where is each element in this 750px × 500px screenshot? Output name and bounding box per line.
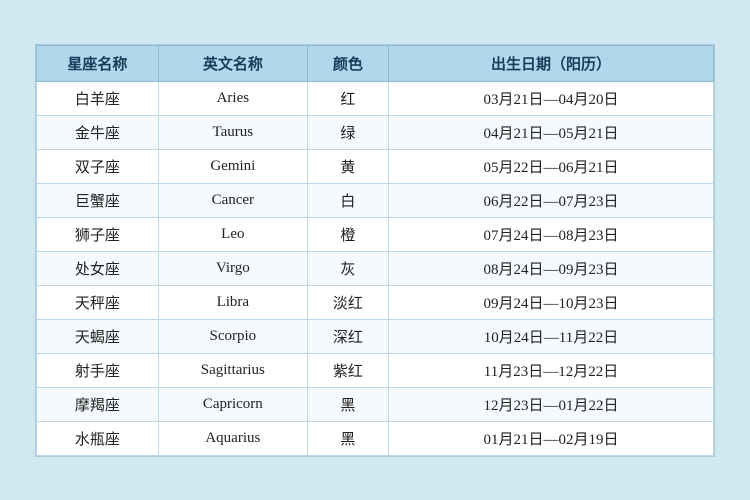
cell-cn: 狮子座 <box>37 217 159 251</box>
cell-color: 绿 <box>307 115 388 149</box>
cell-cn: 白羊座 <box>37 81 159 115</box>
table-row: 水瓶座Aquarius黑01月21日—02月19日 <box>37 421 714 455</box>
table-row: 天蝎座Scorpio深红10月24日—11月22日 <box>37 319 714 353</box>
cell-cn: 双子座 <box>37 149 159 183</box>
cell-en: Scorpio <box>158 319 307 353</box>
cell-date: 08月24日—09月23日 <box>389 251 714 285</box>
zodiac-table-container: 星座名称 英文名称 颜色 出生日期（阳历） 白羊座Aries红03月21日—04… <box>35 44 715 457</box>
cell-color: 紫红 <box>307 353 388 387</box>
table-header-row: 星座名称 英文名称 颜色 出生日期（阳历） <box>37 45 714 81</box>
table-row: 双子座Gemini黄05月22日—06月21日 <box>37 149 714 183</box>
cell-date: 04月21日—05月21日 <box>389 115 714 149</box>
cell-cn: 天秤座 <box>37 285 159 319</box>
cell-color: 深红 <box>307 319 388 353</box>
cell-color: 灰 <box>307 251 388 285</box>
cell-date: 05月22日—06月21日 <box>389 149 714 183</box>
cell-date: 12月23日—01月22日 <box>389 387 714 421</box>
cell-color: 橙 <box>307 217 388 251</box>
cell-date: 11月23日—12月22日 <box>389 353 714 387</box>
cell-color: 黄 <box>307 149 388 183</box>
cell-en: Taurus <box>158 115 307 149</box>
cell-date: 03月21日—04月20日 <box>389 81 714 115</box>
cell-en: Virgo <box>158 251 307 285</box>
cell-cn: 摩羯座 <box>37 387 159 421</box>
cell-cn: 巨蟹座 <box>37 183 159 217</box>
cell-date: 10月24日—11月22日 <box>389 319 714 353</box>
cell-en: Capricorn <box>158 387 307 421</box>
zodiac-table: 星座名称 英文名称 颜色 出生日期（阳历） 白羊座Aries红03月21日—04… <box>36 45 714 456</box>
cell-en: Libra <box>158 285 307 319</box>
table-row: 狮子座Leo橙07月24日—08月23日 <box>37 217 714 251</box>
cell-color: 淡红 <box>307 285 388 319</box>
table-row: 处女座Virgo灰08月24日—09月23日 <box>37 251 714 285</box>
table-row: 巨蟹座Cancer白06月22日—07月23日 <box>37 183 714 217</box>
cell-color: 黑 <box>307 387 388 421</box>
cell-cn: 金牛座 <box>37 115 159 149</box>
cell-en: Aries <box>158 81 307 115</box>
table-row: 金牛座Taurus绿04月21日—05月21日 <box>37 115 714 149</box>
table-row: 射手座Sagittarius紫红11月23日—12月22日 <box>37 353 714 387</box>
cell-date: 09月24日—10月23日 <box>389 285 714 319</box>
cell-cn: 水瓶座 <box>37 421 159 455</box>
header-date: 出生日期（阳历） <box>389 45 714 81</box>
cell-date: 06月22日—07月23日 <box>389 183 714 217</box>
cell-en: Sagittarius <box>158 353 307 387</box>
cell-cn: 处女座 <box>37 251 159 285</box>
cell-color: 黑 <box>307 421 388 455</box>
cell-en: Leo <box>158 217 307 251</box>
cell-en: Aquarius <box>158 421 307 455</box>
cell-en: Gemini <box>158 149 307 183</box>
cell-date: 07月24日—08月23日 <box>389 217 714 251</box>
cell-color: 红 <box>307 81 388 115</box>
header-cn: 星座名称 <box>37 45 159 81</box>
header-en: 英文名称 <box>158 45 307 81</box>
cell-en: Cancer <box>158 183 307 217</box>
cell-cn: 射手座 <box>37 353 159 387</box>
cell-date: 01月21日—02月19日 <box>389 421 714 455</box>
cell-color: 白 <box>307 183 388 217</box>
table-row: 白羊座Aries红03月21日—04月20日 <box>37 81 714 115</box>
table-row: 天秤座Libra淡红09月24日—10月23日 <box>37 285 714 319</box>
cell-cn: 天蝎座 <box>37 319 159 353</box>
header-color: 颜色 <box>307 45 388 81</box>
table-row: 摩羯座Capricorn黑12月23日—01月22日 <box>37 387 714 421</box>
